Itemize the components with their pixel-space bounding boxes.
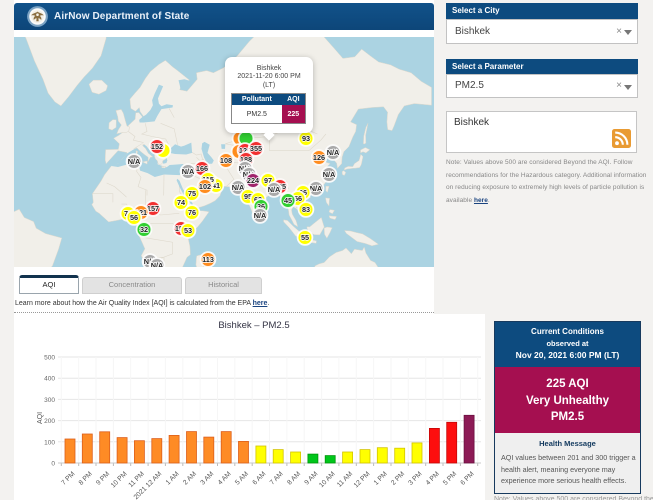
svg-text:11 AM: 11 AM xyxy=(336,470,354,488)
svg-text:5 PM: 5 PM xyxy=(442,470,458,486)
svg-text:200: 200 xyxy=(44,418,55,425)
svg-text:1 AM: 1 AM xyxy=(165,470,181,486)
svg-text:108: 108 xyxy=(220,156,232,165)
svg-text:126: 126 xyxy=(313,153,325,162)
svg-text:N/A: N/A xyxy=(182,167,195,176)
svg-text:8 AM: 8 AM xyxy=(286,470,302,486)
svg-text:10 AM: 10 AM xyxy=(318,470,337,489)
svg-text:4 AM: 4 AM xyxy=(217,470,233,486)
svg-text:N/A: N/A xyxy=(254,211,267,220)
svg-text:10 PM: 10 PM xyxy=(110,470,129,489)
svg-text:0: 0 xyxy=(51,461,55,468)
svg-text:75: 75 xyxy=(188,189,196,198)
svg-text:7 PM: 7 PM xyxy=(60,470,76,486)
svg-text:6 AM: 6 AM xyxy=(252,470,268,486)
svg-text:224: 224 xyxy=(247,176,260,185)
svg-text:2 PM: 2 PM xyxy=(390,470,406,486)
svg-text:N/A: N/A xyxy=(268,185,281,194)
svg-text:12 PM: 12 PM xyxy=(353,470,372,489)
svg-text:N/A: N/A xyxy=(323,170,336,179)
svg-text:74: 74 xyxy=(177,198,186,207)
svg-text:N/A: N/A xyxy=(310,184,323,193)
svg-text:N/A: N/A xyxy=(327,148,340,157)
svg-text:102: 102 xyxy=(199,182,211,191)
svg-text:400: 400 xyxy=(44,376,55,383)
svg-text:AQI: AQI xyxy=(37,412,44,424)
svg-text:Bishkek – PM2.5: Bishkek – PM2.5 xyxy=(218,320,289,331)
svg-text:1 PM: 1 PM xyxy=(373,470,389,486)
svg-text:7 AM: 7 AM xyxy=(269,470,285,486)
svg-text:N/A: N/A xyxy=(128,157,141,166)
svg-text:300: 300 xyxy=(44,397,55,404)
svg-text:355: 355 xyxy=(250,144,262,153)
svg-text:32: 32 xyxy=(140,225,148,234)
svg-text:113: 113 xyxy=(202,255,214,264)
svg-text:500: 500 xyxy=(44,355,55,362)
svg-text:76: 76 xyxy=(188,208,196,217)
svg-text:152: 152 xyxy=(151,142,163,151)
svg-text:5 AM: 5 AM xyxy=(234,470,250,486)
svg-text:N/A: N/A xyxy=(151,261,164,267)
svg-text:6 PM: 6 PM xyxy=(459,470,475,486)
svg-text:53: 53 xyxy=(184,226,192,235)
svg-text:83: 83 xyxy=(302,205,310,214)
svg-text:45: 45 xyxy=(284,196,292,205)
svg-text:2 AM: 2 AM xyxy=(182,470,198,486)
svg-text:4 PM: 4 PM xyxy=(425,470,441,486)
svg-text:100: 100 xyxy=(44,439,55,446)
svg-text:3 PM: 3 PM xyxy=(407,470,423,486)
svg-text:93: 93 xyxy=(302,134,310,143)
svg-text:8 PM: 8 PM xyxy=(78,470,94,486)
svg-text:55: 55 xyxy=(301,233,309,242)
svg-text:56: 56 xyxy=(130,213,138,222)
svg-text:3 AM: 3 AM xyxy=(199,470,215,486)
